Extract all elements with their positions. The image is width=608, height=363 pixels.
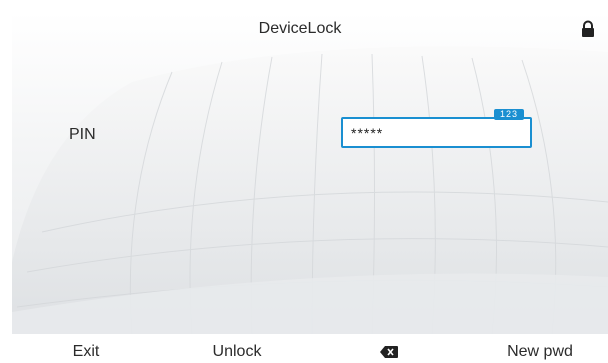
lock-screen	[12, 12, 608, 334]
input-mode-badge: 123	[493, 109, 524, 120]
lock-icon	[582, 20, 594, 37]
building-background	[12, 46, 608, 334]
backspace-icon[interactable]	[380, 346, 398, 358]
pin-label: PIN	[69, 126, 96, 143]
softkey-bar: Exit Unlock New pwd	[0, 340, 608, 363]
exit-button[interactable]: Exit	[73, 343, 100, 361]
pin-input[interactable]: 123 *****	[341, 109, 532, 148]
pin-value: *****	[351, 125, 384, 141]
new-pwd-button[interactable]: New pwd	[507, 343, 573, 361]
page-title: DeviceLock	[258, 20, 342, 37]
unlock-button[interactable]: Unlock	[213, 343, 262, 361]
